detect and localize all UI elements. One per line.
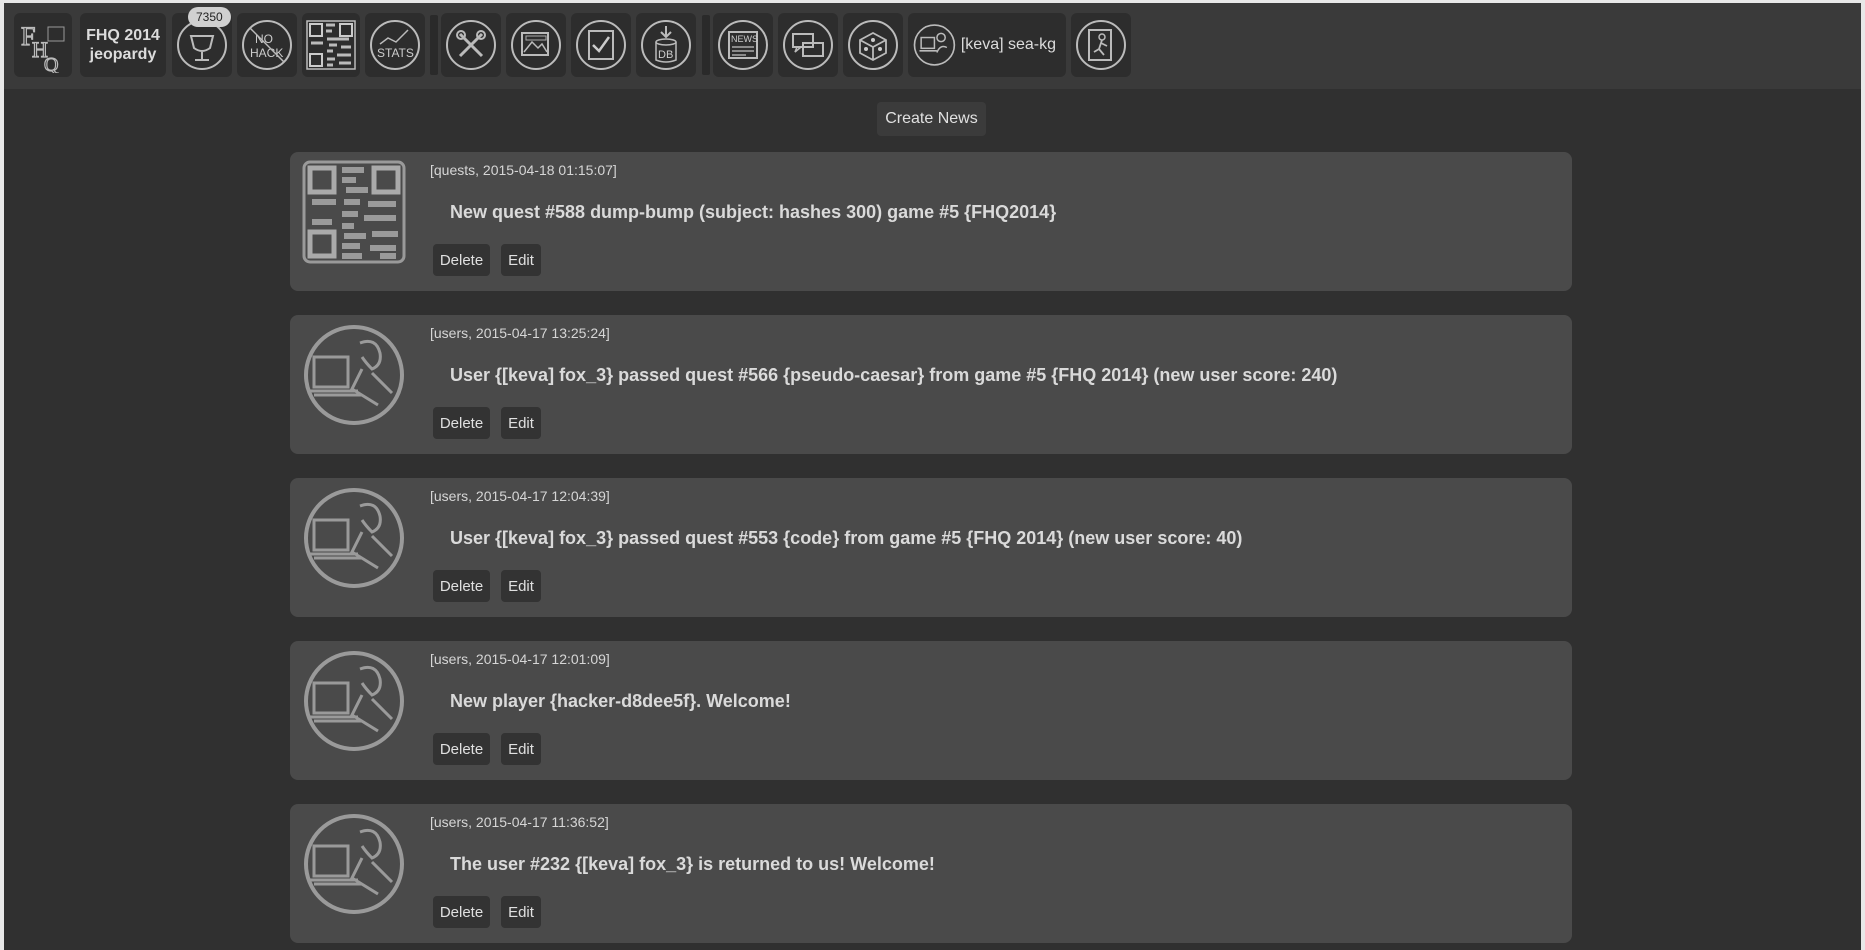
brand-line-1: FHQ 2014 [86, 27, 160, 44]
news-meta: [users, 2015-04-17 13:25:24] [430, 325, 610, 341]
qr-code-icon [306, 20, 356, 70]
svg-text:HACK: HACK [250, 46, 283, 60]
edit-button[interactable]: Edit [501, 570, 541, 602]
svg-text:DB: DB [658, 49, 673, 61]
toolbar-separator [430, 15, 438, 75]
hacker-avatar-icon [304, 325, 404, 425]
svg-text:Q: Q [44, 54, 59, 73]
delete-button[interactable]: Delete [433, 570, 490, 602]
news-button[interactable]: NEWS [713, 13, 773, 77]
image-icon [511, 20, 561, 70]
news-text: New quest #588 dump-bump (subject: hashe… [450, 202, 1057, 222]
stats-icon: STATS [370, 20, 420, 70]
fhq-logo-button[interactable]: F H Q [14, 13, 72, 77]
news-text: User {[keva] fox_3} passed quest #553 {c… [450, 528, 1243, 548]
image-button[interactable] [506, 13, 566, 77]
user-icon [913, 24, 956, 66]
chat-button[interactable] [778, 13, 838, 77]
qr-code-button[interactable] [302, 13, 360, 77]
edit-button[interactable]: Edit [501, 733, 541, 765]
hacker-avatar-icon [304, 814, 404, 914]
news-meta: [users, 2015-04-17 12:04:39] [430, 488, 610, 504]
delete-button[interactable]: Delete [433, 407, 490, 439]
svg-text:NEWS: NEWS [731, 34, 758, 44]
news-meta: [users, 2015-04-17 11:36:52] [430, 814, 609, 830]
top-navigation-bar: F H Q FHQ 2014 jeopardy 7350 NO HACK STA… [4, 3, 1861, 89]
logout-button[interactable] [1071, 13, 1131, 77]
fhq-logo-icon: F H Q [20, 21, 65, 73]
dice-button[interactable] [843, 13, 903, 77]
user-profile-button[interactable]: [keva] sea-kg [908, 13, 1066, 77]
news-item: [users, 2015-04-17 11:36:52] The user #2… [290, 804, 1572, 943]
delete-button[interactable]: Delete [433, 896, 490, 928]
score-badge: 7350 [188, 7, 231, 27]
news-item: [users, 2015-04-17 12:04:39] User {[keva… [290, 478, 1572, 617]
svg-text:NO: NO [255, 32, 273, 46]
toolbar-separator [702, 15, 710, 75]
edit-button[interactable]: Edit [501, 244, 541, 276]
stats-button[interactable]: STATS [365, 13, 425, 77]
chat-icon [783, 20, 833, 70]
news-item: [users, 2015-04-17 13:25:24] User {[keva… [290, 315, 1572, 454]
scrollbar[interactable] [1861, 0, 1865, 950]
news-text: The user #232 {[keva] fox_3} is returned… [450, 854, 935, 874]
edit-button[interactable]: Edit [501, 407, 541, 439]
tools-button[interactable] [441, 13, 501, 77]
hacker-avatar-icon [304, 651, 404, 751]
brand-title[interactable]: FHQ 2014 jeopardy [80, 13, 166, 77]
no-hack-button[interactable]: NO HACK [237, 13, 297, 77]
window-left-edge [0, 0, 4, 950]
news-icon: NEWS [718, 20, 768, 70]
delete-button[interactable]: Delete [433, 733, 490, 765]
tools-icon [446, 20, 496, 70]
brand-line-2: jeopardy [89, 46, 157, 63]
user-label: [keva] sea-kg [960, 36, 1056, 53]
news-meta: [users, 2015-04-17 12:01:09] [430, 651, 610, 667]
news-meta: [quests, 2015-04-18 01:15:07] [430, 162, 617, 178]
news-item: [quests, 2015-04-18 01:15:07] New quest … [290, 152, 1572, 291]
delete-button[interactable]: Delete [433, 244, 490, 276]
hacker-avatar-icon [304, 488, 404, 588]
database-icon: DB [641, 20, 691, 70]
svg-text:STATS: STATS [377, 46, 414, 60]
edit-button[interactable]: Edit [501, 896, 541, 928]
news-text: New player {hacker-d8dee5f}. Welcome! [450, 691, 791, 711]
create-news-button[interactable]: Create News [877, 102, 986, 136]
logout-icon [1076, 20, 1126, 70]
qr-code-icon [302, 160, 406, 264]
news-item: [users, 2015-04-17 12:01:09] New player … [290, 641, 1572, 780]
database-button[interactable]: DB [636, 13, 696, 77]
checklist-icon [576, 20, 626, 70]
checklist-button[interactable] [571, 13, 631, 77]
news-text: User {[keva] fox_3} passed quest #566 {p… [450, 365, 1338, 385]
no-hack-icon: NO HACK [242, 20, 292, 70]
dice-icon [848, 20, 898, 70]
